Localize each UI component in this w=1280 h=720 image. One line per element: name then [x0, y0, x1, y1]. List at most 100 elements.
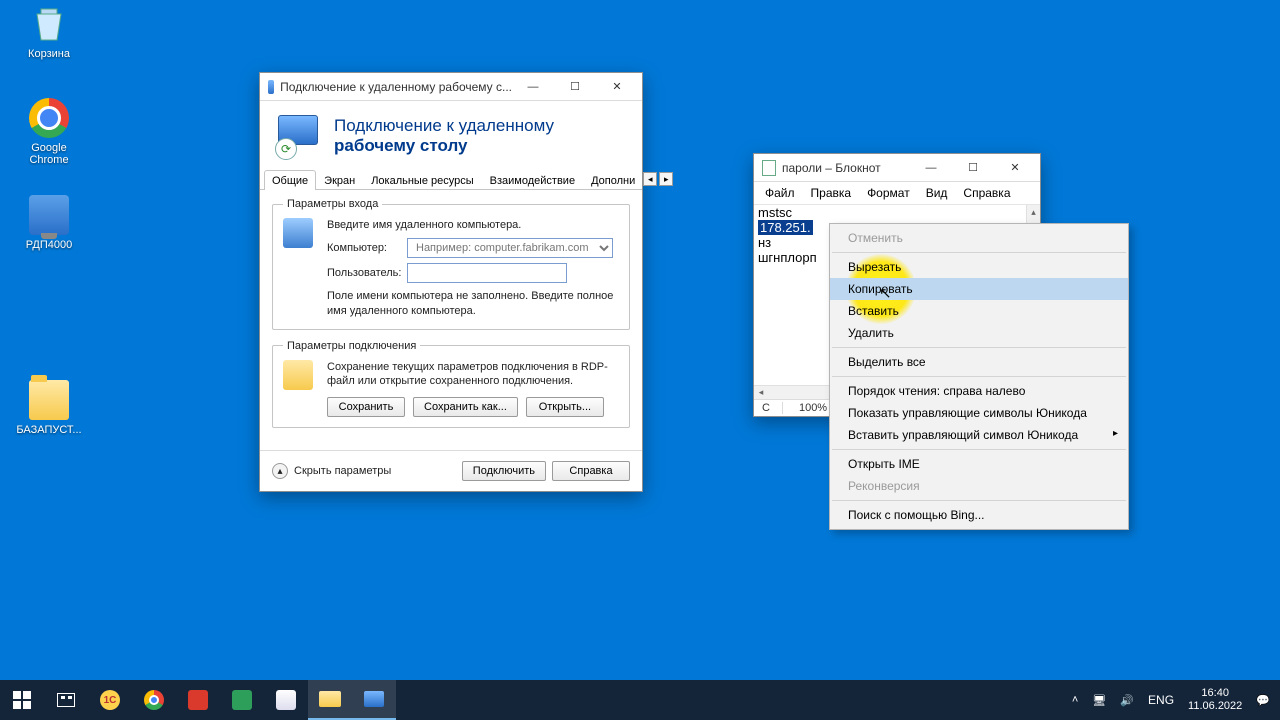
user-label: Пользователь: [327, 267, 401, 279]
scroll-left-icon[interactable]: ◂ [754, 386, 768, 399]
ctx-cut[interactable]: Вырезать [830, 256, 1128, 278]
menu-edit[interactable]: Правка [804, 184, 859, 202]
tabs-scroll-left[interactable]: ◂ [643, 172, 657, 186]
app-icon: 1C [100, 690, 120, 710]
notepad-icon [762, 160, 776, 176]
mstsc-title-icon [268, 80, 274, 94]
selected-text: 178.251. [758, 220, 813, 235]
save-as-button[interactable]: Сохранить как... [413, 397, 518, 417]
taskbar-app-3[interactable] [220, 680, 264, 720]
rdp-banner-icon: ⟳ [276, 113, 322, 159]
desktop-icon-rdp4000[interactable]: РДП4000 [14, 195, 84, 251]
tray-notifications[interactable]: 💬 [1250, 680, 1276, 720]
tray-network[interactable]: 🖥 [1086, 680, 1112, 720]
desktop-icon-label: Корзина [14, 48, 84, 60]
ctx-undo[interactable]: Отменить [830, 227, 1128, 249]
desktop-icon-recycle[interactable]: Корзина [14, 4, 84, 60]
ctx-paste[interactable]: Вставить [830, 300, 1128, 322]
folder-icon [319, 691, 341, 707]
mstsc-tabs: Общие Экран Локальные ресурсы Взаимодейс… [260, 169, 642, 190]
ctx-show-unicode[interactable]: Показать управляющие символы Юникода [830, 402, 1128, 424]
logon-settings-legend: Параметры входа [283, 198, 382, 210]
ctx-insert-unicode[interactable]: Вставить управляющий символ Юникода [830, 424, 1128, 446]
ctx-open-ime[interactable]: Открыть IME [830, 453, 1128, 475]
desktop-icon-label: БАЗАПУСТ... [14, 424, 84, 436]
ctx-copy[interactable]: Копировать [830, 278, 1128, 300]
start-button[interactable] [0, 680, 44, 720]
taskbar-app-4[interactable] [264, 680, 308, 720]
mstsc-window: Подключение к удаленному рабочему с... —… [259, 72, 643, 492]
network-icon: 🖥 [1092, 694, 1106, 707]
logon-hint: Введите имя удаленного компьютера. [327, 218, 619, 233]
tab-local-resources[interactable]: Локальные ресурсы [363, 170, 481, 190]
ctx-bing-search[interactable]: Поиск с помощью Bing... [830, 504, 1128, 526]
desktop-icon-label: РДП4000 [14, 239, 84, 251]
minimize-button[interactable]: — [512, 74, 554, 100]
taskbar-app-1[interactable]: 1C [88, 680, 132, 720]
maximize-button[interactable]: ☐ [952, 155, 994, 181]
ctx-delete[interactable]: Удалить [830, 322, 1128, 344]
windows-logo-icon [13, 691, 31, 709]
tab-general[interactable]: Общие [264, 170, 316, 190]
taskview-button[interactable] [44, 680, 88, 720]
maximize-button[interactable]: ☐ [554, 74, 596, 100]
rdp-shortcut-icon [29, 195, 69, 235]
taskbar-app-2[interactable] [176, 680, 220, 720]
recycle-bin-icon [29, 4, 69, 44]
tray-language[interactable]: ENG [1142, 680, 1180, 720]
minimize-button[interactable]: — [910, 155, 952, 181]
computer-field[interactable]: Например: computer.fabrikam.com [407, 238, 613, 258]
connection-settings-legend: Параметры подключения [283, 340, 420, 352]
connect-button[interactable]: Подключить [462, 461, 546, 481]
ctx-select-all[interactable]: Выделить все [830, 351, 1128, 373]
taskbar-app-explorer[interactable] [308, 680, 352, 720]
notification-icon: 💬 [1256, 694, 1270, 707]
open-button[interactable]: Открыть... [526, 397, 604, 417]
taskview-icon [57, 693, 75, 707]
scroll-up-icon[interactable]: ▴ [1027, 205, 1040, 219]
tray-expand[interactable]: ˄ [1066, 680, 1084, 720]
connection-settings-group: Параметры подключения Сохранение текущих… [272, 340, 630, 429]
tray-volume[interactable]: 🔊 [1114, 680, 1140, 720]
ctx-reconvert[interactable]: Реконверсия [830, 475, 1128, 497]
close-button[interactable]: ✕ [994, 155, 1036, 181]
menu-view[interactable]: Вид [919, 184, 955, 202]
taskbar-app-chrome[interactable] [132, 680, 176, 720]
status-caret-label: С [762, 402, 770, 414]
tabs-scroll-right[interactable]: ▸ [659, 172, 673, 186]
mstsc-titlebar[interactable]: Подключение к удаленному рабочему с... —… [260, 73, 642, 101]
notepad-title: пароли – Блокнот [782, 161, 881, 175]
tab-experience[interactable]: Взаимодействие [482, 170, 583, 190]
save-button[interactable]: Сохранить [327, 397, 405, 417]
volume-icon: 🔊 [1120, 694, 1134, 707]
notepad-menubar: Файл Правка Формат Вид Справка [754, 182, 1040, 205]
mstsc-banner: ⟳ Подключение к удаленномурабочему столу [260, 101, 642, 169]
chevron-up-icon: ▴ [272, 463, 288, 479]
tab-display[interactable]: Экран [316, 170, 363, 190]
menu-help[interactable]: Справка [956, 184, 1017, 202]
menu-format[interactable]: Формат [860, 184, 917, 202]
hide-options-toggle[interactable]: ▴ Скрыть параметры [272, 463, 391, 479]
folder-icon [29, 380, 69, 420]
desktop-icon-chrome[interactable]: Google Chrome [14, 98, 84, 166]
chrome-icon [29, 98, 69, 138]
taskbar: 1C ˄ 🖥 🔊 ENG 16:40 11.06.2022 💬 [0, 680, 1280, 720]
mstsc-title: Подключение к удаленному рабочему с... [280, 80, 512, 94]
close-button[interactable]: ✕ [596, 74, 638, 100]
notepad-titlebar[interactable]: пароли – Блокнот — ☐ ✕ [754, 154, 1040, 182]
tab-advanced[interactable]: Дополни [583, 170, 643, 190]
desktop-icon-folder[interactable]: БАЗАПУСТ... [14, 380, 84, 436]
ctx-rtl[interactable]: Порядок чтения: справа налево [830, 380, 1128, 402]
menu-file[interactable]: Файл [758, 184, 802, 202]
rdp-icon [364, 691, 384, 707]
chevron-up-icon: ˄ [1072, 694, 1078, 706]
computer-empty-hint: Поле имени компьютера не заполнено. Введ… [327, 289, 619, 319]
folder-icon [283, 360, 313, 390]
user-field[interactable] [407, 263, 567, 283]
tray-clock: 16:40 11.06.2022 [1182, 680, 1248, 720]
computer-label: Компьютер: [327, 242, 401, 254]
taskbar-app-mstsc[interactable] [352, 680, 396, 720]
app-icon [276, 690, 296, 710]
mstsc-heading: Подключение к удаленномурабочему столу [334, 116, 554, 155]
help-button[interactable]: Справка [552, 461, 630, 481]
